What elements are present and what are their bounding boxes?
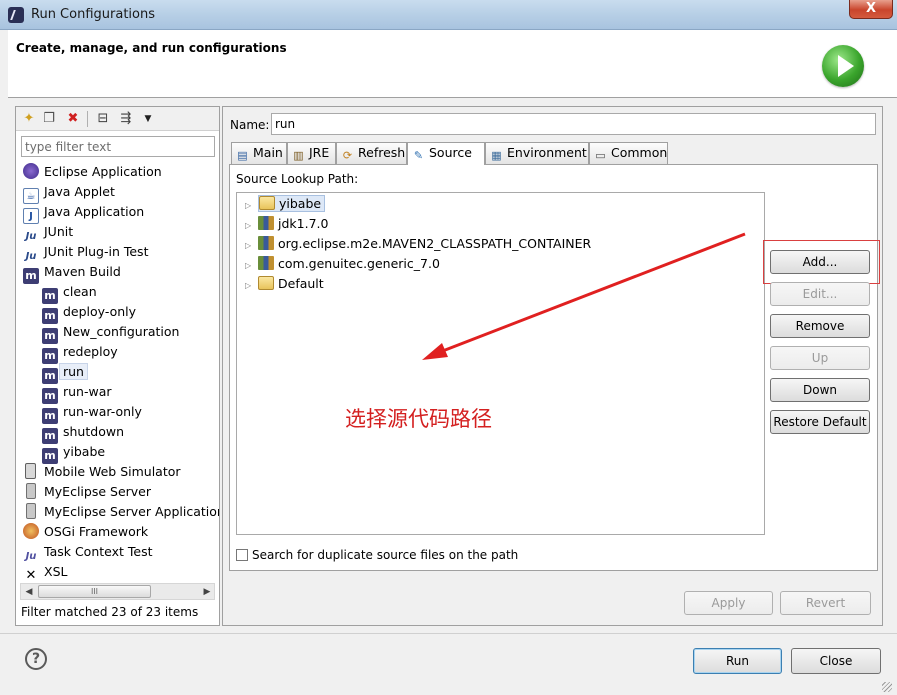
annotation-text: 选择源代码路径 — [345, 407, 492, 431]
run-configurations-dialog: Run Configurations X Create, manage, and… — [0, 0, 897, 695]
tab-source[interactable]: ✎ Source — [407, 142, 485, 165]
help-icon[interactable]: ? — [25, 648, 47, 670]
resize-grip[interactable] — [882, 682, 892, 692]
source-tab-icon: ✎ — [413, 149, 424, 162]
close-button[interactable]: Close — [791, 648, 881, 674]
annotation-arrow-shaft — [439, 232, 746, 354]
run-button[interactable]: Run — [693, 648, 782, 674]
annotation-arrow-head — [422, 343, 448, 360]
tab-label: Source — [429, 145, 472, 160]
annotation-arrow — [422, 232, 746, 360]
footer-divider — [0, 633, 897, 634]
